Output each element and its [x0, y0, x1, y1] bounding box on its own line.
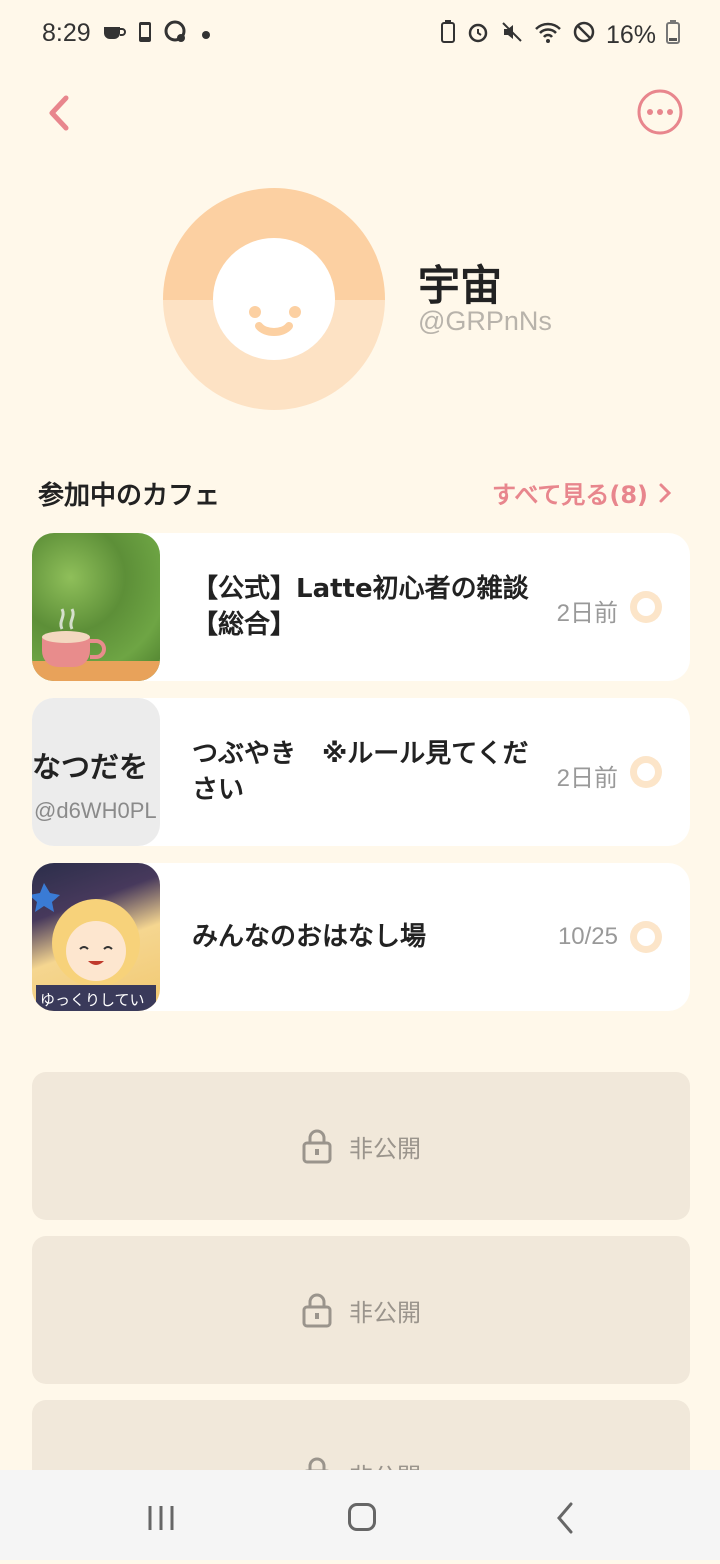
- system-back-button[interactable]: [555, 1502, 575, 1534]
- thumbnail-subtext: @d6WH0PL: [34, 798, 157, 823]
- system-nav-bar: [0, 1470, 720, 1560]
- more-options-button[interactable]: [636, 88, 684, 136]
- cafe-list: 【公式】Latte初心者の雑談【総合】 2日前 なつだを @d6WH0PL つぶ…: [32, 533, 690, 1028]
- thumbnail-caption: ゆっくりしてい: [40, 991, 145, 1009]
- private-label: 非公開: [349, 1298, 421, 1327]
- private-cafe-card: 非公開: [32, 1072, 690, 1220]
- latte-badge-icon: [630, 756, 662, 788]
- cafe-item[interactable]: 【公式】Latte初心者の雑談【総合】 2日前: [32, 533, 690, 681]
- wifi-icon: [534, 20, 562, 50]
- latte-badge-icon: [630, 921, 662, 953]
- status-bar: 8:29 16%: [0, 0, 720, 68]
- cafe-last-active: 10/25: [557, 923, 618, 950]
- thumbnail-text: なつだを: [32, 750, 149, 784]
- profile-name: 宇宙: [418, 261, 503, 310]
- chevron-right-icon: [659, 483, 672, 502]
- private-label: 非公開: [349, 1134, 421, 1163]
- dot-icon: [198, 21, 214, 49]
- cafe-item[interactable]: ゆっくりしてい みんなのおはなし場 10/25: [32, 863, 690, 1011]
- cafes-section-title: 参加中のカフェ: [38, 481, 221, 511]
- battery-icon: [666, 20, 680, 50]
- lock-icon: [302, 1293, 332, 1328]
- cafe-thumbnail: ゆっくりしてい: [32, 863, 160, 1011]
- coffee-cup-photo: [32, 608, 160, 681]
- cafe-last-active: 2日前: [556, 765, 618, 792]
- cafe-thumbnail: [32, 533, 160, 681]
- recent-apps-icon: [148, 1506, 174, 1530]
- profile-handle: @GRPnNs: [418, 306, 552, 336]
- status-time: 8:29: [42, 19, 91, 47]
- mute-icon: [500, 20, 524, 50]
- cafe-name: みんなのおはなし場: [192, 922, 427, 952]
- cafe-name: 【公式】Latte初心者の雑談【総合】: [192, 574, 529, 640]
- battery-percent: 16%: [605, 20, 656, 49]
- latte-badge-icon: [630, 591, 662, 623]
- cafe-last-active: 2日前: [556, 600, 618, 627]
- back-button[interactable]: [38, 90, 84, 136]
- lock-icon: [302, 1129, 332, 1164]
- alarm-icon: [466, 20, 490, 50]
- back-arrow-icon: [557, 1502, 573, 1534]
- more-icon: [637, 89, 683, 135]
- cafe-name: つぶやき ※ルール見てください: [192, 739, 529, 805]
- dnd-icon: [572, 20, 596, 50]
- see-all-label: すべて見る(8): [492, 481, 648, 509]
- cafe-item[interactable]: なつだを @d6WH0PL つぶやき ※ルール見てください 2日前: [32, 698, 690, 846]
- smiley-face-icon: [249, 306, 301, 336]
- see-all-link[interactable]: すべて見る(8): [492, 475, 672, 510]
- private-cafe-card: 非公開: [32, 1236, 690, 1384]
- avatar[interactable]: [163, 188, 385, 410]
- home-button[interactable]: [348, 1503, 376, 1531]
- phone-icon: [136, 21, 154, 49]
- chevron-left-icon: [49, 95, 69, 131]
- chat-icon: [164, 20, 188, 50]
- cup-icon: [102, 21, 126, 49]
- recent-apps-button[interactable]: [146, 1504, 176, 1532]
- battery-saver-icon: [440, 20, 456, 50]
- cafe-thumbnail: なつだを @d6WH0PL: [32, 698, 160, 846]
